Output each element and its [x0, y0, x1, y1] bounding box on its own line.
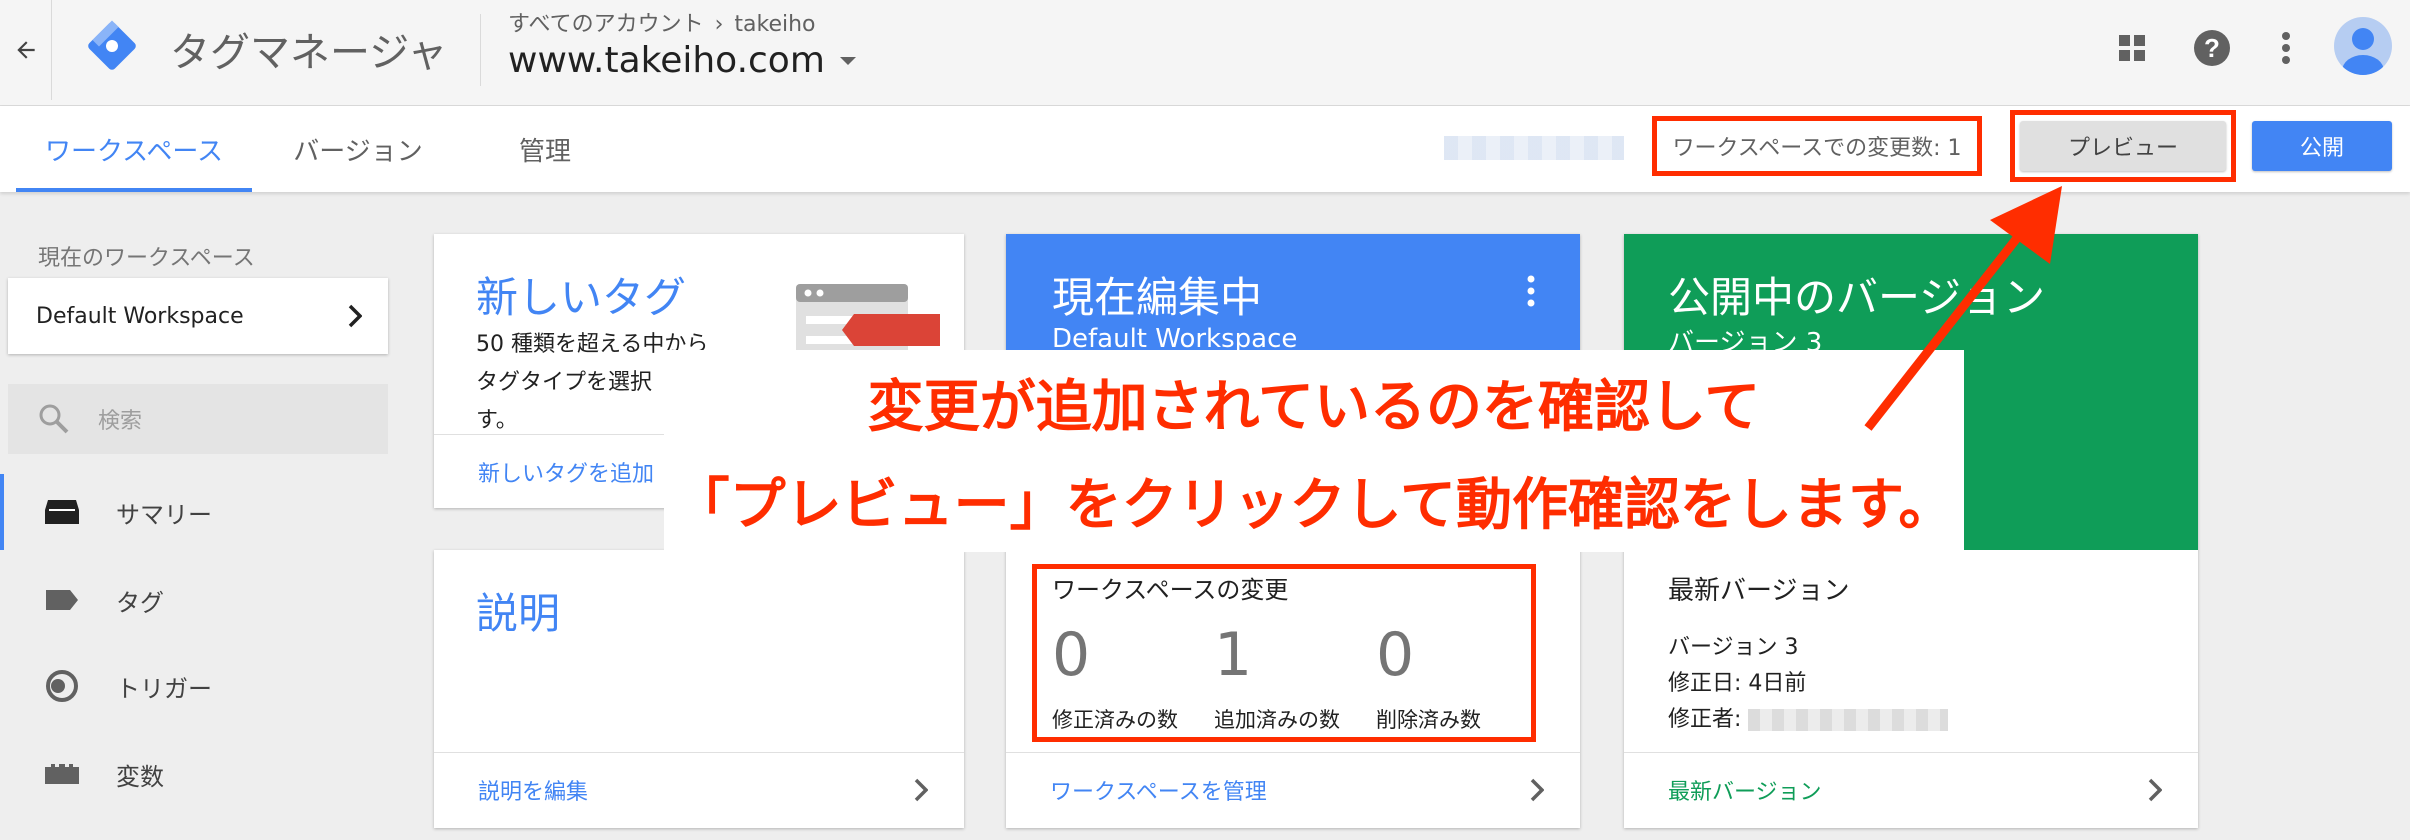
sidebar-item-variables[interactable]: 変数: [0, 736, 400, 812]
current-workspace-label: 現在のワークスペース: [38, 246, 255, 271]
new-tag-title[interactable]: 新しいタグ: [476, 264, 686, 325]
breadcrumb: すべてのアカウント › takeiho: [508, 6, 816, 38]
manage-workspaces-link[interactable]: ワークスペースを管理: [1006, 752, 1580, 826]
help-icon: ?: [2194, 30, 2230, 66]
redacted-text: [1748, 709, 1949, 731]
more-menu-button[interactable]: [2258, 20, 2314, 76]
publish-button[interactable]: 公開: [2252, 121, 2392, 171]
more-vert-icon: [2282, 32, 2290, 64]
preview-button[interactable]: プレビュー: [2020, 121, 2226, 171]
editing-more-button[interactable]: [1526, 274, 1536, 312]
description-title: 説明: [476, 589, 561, 638]
apps-grid-icon: [2119, 35, 2145, 61]
annotation-callout: 変更が追加されているのを確認して 「プレビュー」をクリックして動作確認をします。: [664, 350, 1964, 552]
tab-versions[interactable]: バージョン: [270, 106, 446, 192]
latest-version-link[interactable]: 最新バージョン: [1624, 752, 2198, 826]
arrow-back-icon: [16, 41, 35, 59]
active-tab-indicator: [16, 188, 252, 192]
latest-version-details: バージョン 3 修正日: 4日前 修正者:: [1668, 630, 1949, 738]
added-count-label: 追加済みの数: [1214, 708, 1340, 732]
more-vert-icon: [1527, 275, 1535, 307]
gtm-logo-icon: [88, 20, 136, 70]
latest-version-number: バージョン 3: [1668, 635, 1799, 660]
sidebar-item-tags[interactable]: タグ: [0, 562, 400, 638]
tab-admin[interactable]: 管理: [490, 106, 600, 192]
add-new-tag-label: 新しいタグを追加: [478, 461, 655, 487]
deleted-count: 0: [1376, 620, 1415, 690]
breadcrumb-separator: ›: [714, 12, 724, 37]
description-card: 説明 説明を編集: [434, 550, 964, 828]
added-count: 1: [1214, 620, 1253, 690]
modified-count: 0: [1052, 620, 1091, 690]
container-name: www.takeiho.com: [508, 40, 825, 81]
workspace-changes-title: ワークスペースの変更: [1052, 576, 1289, 604]
workspace-name: Default Workspace: [36, 303, 244, 329]
annotation-line-1: 変更が追加されているのを確認して: [867, 375, 1761, 440]
sidebar-item-triggers[interactable]: トリガー: [0, 648, 400, 724]
modified-count-label: 修正済みの数: [1052, 708, 1178, 732]
sidebar-item-label: トリガー: [116, 674, 212, 703]
search-field[interactable]: 検索: [8, 384, 388, 454]
sidebar-item-label: サマリー: [116, 500, 212, 529]
latest-version-link-label: 最新バージョン: [1668, 779, 1822, 805]
manage-workspaces-label: ワークスペースを管理: [1050, 779, 1267, 805]
chevron-right-icon: [348, 304, 362, 328]
sidebar-item-label: タグ: [116, 588, 164, 617]
search-icon: [39, 404, 69, 434]
app-title: タグマネージャ: [170, 30, 448, 76]
redacted-text: [1444, 136, 1624, 160]
changes-count-text: ワークスペースでの変更数: 1: [1672, 136, 1962, 161]
modifier-label: 修正者:: [1668, 707, 1742, 732]
editing-title: 現在編集中: [1052, 273, 1263, 322]
container-selector[interactable]: www.takeiho.com: [508, 40, 857, 81]
back-button[interactable]: [0, 0, 52, 100]
summary-icon: [42, 498, 82, 526]
apps-button[interactable]: [2104, 20, 2160, 76]
sidebar-item-summary[interactable]: サマリー: [0, 474, 400, 550]
deleted-count-label: 削除済み数: [1376, 708, 1481, 732]
gtm-workspace-page: タグマネージャ すべてのアカウント › takeiho www.takeiho.…: [0, 0, 2410, 840]
latest-version-modifier: 修正者:: [1668, 702, 1949, 738]
search-placeholder: 検索: [98, 409, 143, 434]
trigger-icon: [42, 669, 82, 703]
tab-workspace[interactable]: ワークスペース: [16, 106, 252, 192]
chevron-right-icon: [2148, 778, 2162, 801]
account-avatar[interactable]: [2334, 17, 2392, 75]
edit-description-label: 説明を編集: [478, 779, 589, 805]
breadcrumb-account[interactable]: takeiho: [734, 12, 815, 37]
annotation-line-2: 「プレビュー」をクリックして動作確認をします。: [673, 473, 1955, 538]
header-divider: [480, 14, 481, 86]
edit-description-link[interactable]: 説明を編集: [434, 752, 964, 826]
annotation-arrow-icon: [1864, 186, 2062, 431]
latest-version-title: 最新バージョン: [1668, 576, 1850, 606]
variables-icon: [42, 763, 82, 785]
chevron-right-icon: [914, 778, 928, 801]
dropdown-arrow-icon: [839, 56, 856, 65]
chevron-right-icon: [1530, 778, 1544, 801]
avatar-person-icon: [2342, 28, 2384, 75]
svg-text:?: ?: [2204, 33, 2220, 63]
workspace-changes-count: ワークスペースでの変更数: 1: [1652, 116, 1982, 176]
sidebar-item-label: 変数: [116, 762, 164, 791]
latest-version-modified: 修正日: 4日前: [1668, 671, 1807, 696]
breadcrumb-all-accounts[interactable]: すべてのアカウント: [508, 12, 704, 37]
tag-icon: [42, 588, 82, 612]
workspace-selector[interactable]: Default Workspace: [8, 278, 388, 354]
app-bar: タグマネージャ すべてのアカウント › takeiho www.takeiho.…: [0, 0, 2410, 106]
help-button[interactable]: ?: [2184, 20, 2240, 76]
